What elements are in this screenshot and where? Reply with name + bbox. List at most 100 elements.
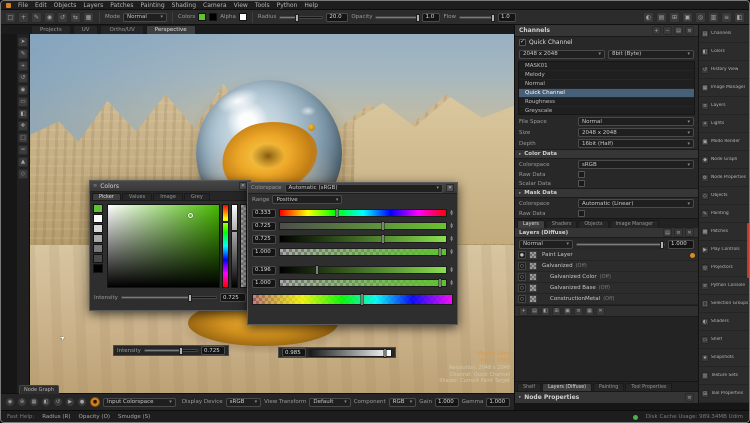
tool-icon[interactable]: ↺: [18, 73, 28, 83]
close-icon[interactable]: ✕: [446, 184, 454, 192]
menu-item[interactable]: Objects: [54, 2, 77, 9]
colorspace-select[interactable]: Automatic (sRGB): [285, 184, 444, 193]
raw-data-checkbox[interactable]: [578, 171, 585, 178]
depth-select[interactable]: 16bit (Half): [578, 139, 694, 148]
channels-header-icon[interactable]: +: [652, 26, 661, 35]
palette-item[interactable]: ⚙ Node Properties: [699, 169, 750, 187]
menu-item[interactable]: Patches: [110, 2, 133, 9]
tool-icon[interactable]: ◉: [18, 85, 28, 95]
slider-value[interactable]: 1.000: [252, 248, 276, 257]
slider-value[interactable]: 0.725: [252, 235, 276, 244]
gradient-slider[interactable]: [279, 235, 447, 243]
node-graph-tab[interactable]: Node Graph: [19, 385, 59, 394]
toolbar-icon[interactable]: ▣: [682, 12, 693, 23]
intensity-bar-slider[interactable]: [144, 349, 198, 352]
layers-footer-icon[interactable]: ▤: [530, 307, 539, 316]
layers-panel-tab[interactable]: Shaders: [546, 220, 578, 228]
gradient-slider[interactable]: [279, 209, 447, 217]
menu-item[interactable]: Tools: [255, 2, 270, 9]
color-swatch[interactable]: [93, 254, 103, 263]
tool-icon[interactable]: ▲: [18, 157, 28, 167]
channel-list-item[interactable]: Normal: [519, 80, 694, 89]
palette-item[interactable]: ▩ Patches: [699, 223, 750, 241]
palette-item[interactable]: ◎ Projectors: [699, 259, 750, 277]
menu-item[interactable]: View: [234, 2, 248, 9]
stepper[interactable]: ▲▼: [450, 223, 453, 229]
mask-data-section[interactable]: ▸Mask Data: [515, 188, 698, 198]
slider-value[interactable]: 1.000: [252, 279, 276, 288]
menu-item[interactable]: Help: [304, 2, 318, 9]
color-swatch[interactable]: [93, 264, 103, 273]
blend-mode-select[interactable]: Normal: [519, 240, 573, 249]
menu-item[interactable]: Painting: [141, 2, 165, 9]
layers-header-icon[interactable]: ✕: [685, 228, 694, 237]
layer-row[interactable]: ● Paint Layer: [515, 250, 698, 261]
channel-list-item[interactable]: Quick Channel: [519, 89, 694, 98]
menu-item[interactable]: Python: [277, 2, 298, 9]
stepper[interactable]: ▲▼: [450, 267, 453, 273]
hue-strip[interactable]: [222, 204, 229, 288]
input-colorspace-select[interactable]: Input Colorspace: [103, 398, 176, 407]
palette-item[interactable]: ▭ Shelf: [699, 331, 750, 349]
viewport-tab[interactable]: UV: [73, 25, 99, 34]
stepper[interactable]: ▲▼: [450, 236, 453, 242]
menu-item[interactable]: Layers: [83, 2, 103, 9]
intensity-bar-value[interactable]: 0.725: [201, 346, 225, 355]
viewport-tab[interactable]: Perspective: [146, 25, 196, 34]
palette-item[interactable]: ▣ Modo Render: [699, 133, 750, 151]
view-transform-select[interactable]: Default: [309, 398, 350, 407]
toolbar-icon[interactable]: ✎: [31, 12, 42, 23]
alpha-strip[interactable]: [240, 204, 247, 288]
slider-marker[interactable]: [438, 278, 441, 288]
range-select[interactable]: Positive: [272, 195, 342, 204]
channels-header-icon[interactable]: −: [663, 26, 672, 35]
color-data-section[interactable]: ▸Color Data: [515, 149, 698, 159]
slider-value[interactable]: 0.196: [252, 266, 276, 275]
layers-footer-icon[interactable]: ✕: [596, 307, 605, 316]
toolbar-icon[interactable]: +: [18, 12, 29, 23]
radius-slider[interactable]: [279, 16, 323, 19]
palette-item[interactable]: ◆ Node Graph: [699, 151, 750, 169]
stepper[interactable]: ▲▼: [450, 249, 453, 255]
gain-value[interactable]: 1.000: [435, 398, 459, 407]
gradient-slider[interactable]: [279, 222, 447, 230]
tool-icon[interactable]: ▭: [18, 97, 28, 107]
menu-icon[interactable]: ≡: [685, 393, 694, 402]
white-gradient-slider[interactable]: [309, 349, 392, 357]
stepper[interactable]: ▲▼: [450, 280, 453, 286]
layer-opacity-value[interactable]: 1.000: [668, 240, 694, 249]
gradient-slider[interactable]: [279, 266, 447, 274]
palette-item[interactable]: ≡ Python Console: [699, 277, 750, 295]
menu-item[interactable]: File: [18, 2, 28, 9]
tool-icon[interactable]: ◇: [18, 169, 28, 179]
color-swatch[interactable]: [93, 244, 103, 253]
slider-value[interactable]: 0.725: [252, 222, 276, 231]
toolbar-icon[interactable]: ↺: [57, 12, 68, 23]
colors-dialog-titlebar[interactable]: ≡ Colors ✕: [90, 181, 250, 192]
channels-header-icon[interactable]: ≡: [685, 26, 694, 35]
toolbar-icon[interactable]: ◧: [734, 12, 745, 23]
bottom-toolbar-icon[interactable]: ▦: [29, 397, 39, 407]
color-swatch[interactable]: [93, 214, 103, 223]
palette-item[interactable]: ▶ Play Controls: [699, 241, 750, 259]
layers-footer-icon[interactable]: +: [519, 307, 528, 316]
scalar-data-checkbox[interactable]: [578, 180, 585, 187]
layers-footer-icon[interactable]: ▣: [563, 307, 572, 316]
palette-item[interactable]: ◧ Colors: [699, 43, 750, 61]
palette-item[interactable]: ▥ Texture Sets: [699, 367, 750, 385]
layers-header-icon[interactable]: ▤: [663, 228, 672, 237]
bottom-toolbar-icon[interactable]: ⊕: [17, 397, 27, 407]
channel-list-item[interactable]: Melody: [519, 71, 694, 80]
tool-icon[interactable]: ✎: [18, 49, 28, 59]
channel-list-item[interactable]: Roughness: [519, 98, 694, 107]
bottom-toolbar-icon[interactable]: ◧: [41, 397, 51, 407]
visibility-icon[interactable]: ○: [518, 295, 526, 303]
opacity-value[interactable]: 1.0: [422, 13, 440, 22]
intensity-slider[interactable]: [121, 296, 217, 299]
colorspace-select[interactable]: sRGB: [578, 160, 694, 169]
node-properties-bar[interactable]: ▸ Node Properties ≡: [515, 391, 698, 403]
layers-panel-tab[interactable]: Image Manager: [610, 220, 660, 228]
colors-dialog-tab[interactable]: Image: [153, 193, 183, 200]
tool-icon[interactable]: □: [18, 133, 28, 143]
slider-value[interactable]: 0.333: [252, 209, 276, 218]
